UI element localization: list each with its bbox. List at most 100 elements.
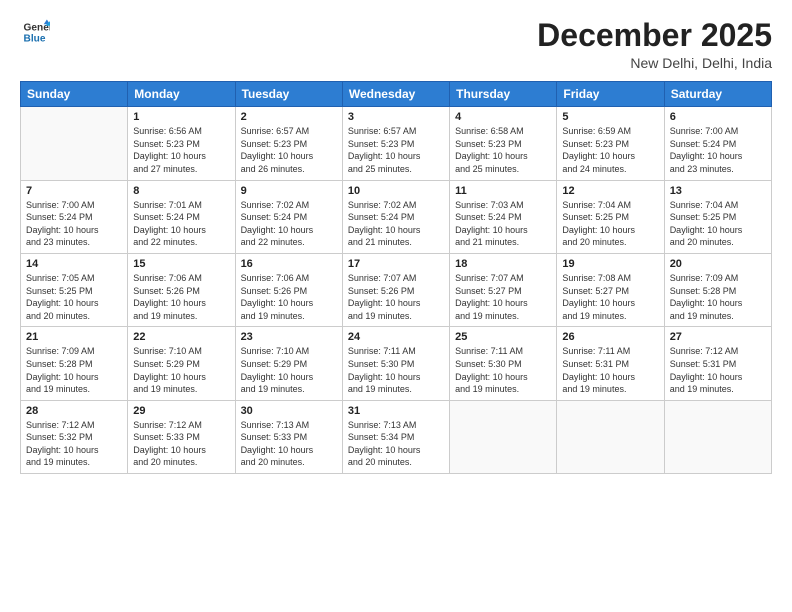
day-info: Sunrise: 7:06 AMSunset: 5:26 PMDaylight:…: [133, 272, 229, 322]
logo-icon: General Blue: [22, 18, 50, 46]
month-title: December 2025: [537, 18, 772, 53]
day-info: Sunrise: 7:11 AMSunset: 5:30 PMDaylight:…: [348, 345, 444, 395]
day-info: Sunrise: 7:12 AMSunset: 5:32 PMDaylight:…: [26, 419, 122, 469]
table-row: 7Sunrise: 7:00 AMSunset: 5:24 PMDaylight…: [21, 180, 128, 253]
day-number: 4: [455, 111, 551, 123]
table-row: 2Sunrise: 6:57 AMSunset: 5:23 PMDaylight…: [235, 107, 342, 180]
day-info: Sunrise: 7:00 AMSunset: 5:24 PMDaylight:…: [670, 125, 766, 175]
day-number: 28: [26, 405, 122, 417]
page: General Blue December 2025 New Delhi, De…: [0, 0, 792, 612]
table-row: 30Sunrise: 7:13 AMSunset: 5:33 PMDayligh…: [235, 400, 342, 473]
day-number: 25: [455, 331, 551, 343]
day-number: 1: [133, 111, 229, 123]
day-number: 3: [348, 111, 444, 123]
table-row: 1 Sunrise: 6:56 AMSunset: 5:23 PMDaylight…: [128, 107, 235, 180]
day-info: Sunrise: 7:06 AMSunset: 5:26 PMDaylight:…: [241, 272, 337, 322]
col-tuesday: Tuesday: [235, 82, 342, 107]
day-info: Sunrise: 7:07 AMSunset: 5:27 PMDaylight:…: [455, 272, 551, 322]
day-info: Sunrise: 7:13 AMSunset: 5:34 PMDaylight:…: [348, 419, 444, 469]
day-info: Sunrise: 7:03 AMSunset: 5:24 PMDaylight:…: [455, 199, 551, 249]
day-info: Sunrise: 6:59 AMSunset: 5:23 PMDaylight:…: [562, 125, 658, 175]
table-row: 21Sunrise: 7:09 AMSunset: 5:28 PMDayligh…: [21, 327, 128, 400]
day-info: Sunrise: 7:11 AMSunset: 5:31 PMDaylight:…: [562, 345, 658, 395]
table-row: 17 Sunrise: 7:07 AMSunset: 5:26 PMDayligh…: [342, 253, 449, 326]
table-row: 5Sunrise: 6:59 AMSunset: 5:23 PMDaylight…: [557, 107, 664, 180]
header: General Blue December 2025 New Delhi, De…: [20, 18, 772, 71]
day-info: Sunrise: 7:04 AMSunset: 5:25 PMDaylight:…: [670, 199, 766, 249]
table-row: 3 Sunrise: 6:57 AMSunset: 5:23 PMDaylight…: [342, 107, 449, 180]
day-info: Sunrise: 7:09 AMSunset: 5:28 PMDaylight:…: [670, 272, 766, 322]
day-number: 27: [670, 331, 766, 343]
calendar-week-row: 7Sunrise: 7:00 AMSunset: 5:24 PMDaylight…: [21, 180, 772, 253]
logo: General Blue: [20, 18, 50, 46]
title-block: December 2025 New Delhi, Delhi, India: [537, 18, 772, 71]
day-info: Sunrise: 7:08 AMSunset: 5:27 PMDaylight:…: [562, 272, 658, 322]
table-row: 26 Sunrise: 7:11 AMSunset: 5:31 PMDayligh…: [557, 327, 664, 400]
day-number: 29: [133, 405, 229, 417]
day-info: Sunrise: 6:56 AMSunset: 5:23 PMDaylight:…: [133, 125, 229, 175]
day-number: 8: [133, 185, 229, 197]
table-row: 8 Sunrise: 7:01 AMSunset: 5:24 PMDaylight…: [128, 180, 235, 253]
day-number: 13: [670, 185, 766, 197]
table-row: 11 Sunrise: 7:03 AMSunset: 5:24 PMDayligh…: [450, 180, 557, 253]
day-info: Sunrise: 7:11 AMSunset: 5:30 PMDaylight:…: [455, 345, 551, 395]
day-info: Sunrise: 7:10 AMSunset: 5:29 PMDaylight:…: [133, 345, 229, 395]
table-row: 9Sunrise: 7:02 AMSunset: 5:24 PMDaylight…: [235, 180, 342, 253]
day-info: Sunrise: 6:57 AMSunset: 5:23 PMDaylight:…: [348, 125, 444, 175]
col-wednesday: Wednesday: [342, 82, 449, 107]
calendar-week-row: 14 Sunrise: 7:05 AMSunset: 5:25 PMDayligh…: [21, 253, 772, 326]
col-sunday: Sunday: [21, 82, 128, 107]
day-number: 15: [133, 258, 229, 270]
table-row: 10Sunrise: 7:02 AMSunset: 5:24 PMDayligh…: [342, 180, 449, 253]
day-info: Sunrise: 7:04 AMSunset: 5:25 PMDaylight:…: [562, 199, 658, 249]
day-number: 14: [26, 258, 122, 270]
day-info: Sunrise: 7:05 AMSunset: 5:25 PMDaylight:…: [26, 272, 122, 322]
day-number: 11: [455, 185, 551, 197]
table-row: 29 Sunrise: 7:12 AMSunset: 5:33 PMDayligh…: [128, 400, 235, 473]
day-number: 6: [670, 111, 766, 123]
table-row: 23 Sunrise: 7:10 AMSunset: 5:29 PMDayligh…: [235, 327, 342, 400]
day-info: Sunrise: 7:01 AMSunset: 5:24 PMDaylight:…: [133, 199, 229, 249]
svg-text:Blue: Blue: [24, 33, 46, 44]
table-row: 4 Sunrise: 6:58 AMSunset: 5:23 PMDaylight…: [450, 107, 557, 180]
day-number: 2: [241, 111, 337, 123]
calendar: Sunday Monday Tuesday Wednesday Thursday…: [20, 81, 772, 474]
table-row: 13 Sunrise: 7:04 AMSunset: 5:25 PMDayligh…: [664, 180, 771, 253]
day-number: 22: [133, 331, 229, 343]
table-row: [21, 107, 128, 180]
table-row: 31Sunrise: 7:13 AMSunset: 5:34 PMDayligh…: [342, 400, 449, 473]
day-info: Sunrise: 7:12 AMSunset: 5:31 PMDaylight:…: [670, 345, 766, 395]
day-number: 16: [241, 258, 337, 270]
table-row: [557, 400, 664, 473]
day-info: Sunrise: 7:12 AMSunset: 5:33 PMDaylight:…: [133, 419, 229, 469]
day-number: 21: [26, 331, 122, 343]
col-saturday: Saturday: [664, 82, 771, 107]
table-row: 24 Sunrise: 7:11 AMSunset: 5:30 PMDayligh…: [342, 327, 449, 400]
calendar-header-row: Sunday Monday Tuesday Wednesday Thursday…: [21, 82, 772, 107]
day-info: Sunrise: 6:58 AMSunset: 5:23 PMDaylight:…: [455, 125, 551, 175]
day-info: Sunrise: 7:10 AMSunset: 5:29 PMDaylight:…: [241, 345, 337, 395]
table-row: 12Sunrise: 7:04 AMSunset: 5:25 PMDayligh…: [557, 180, 664, 253]
day-info: Sunrise: 7:07 AMSunset: 5:26 PMDaylight:…: [348, 272, 444, 322]
day-info: Sunrise: 7:13 AMSunset: 5:33 PMDaylight:…: [241, 419, 337, 469]
table-row: 28 Sunrise: 7:12 AMSunset: 5:32 PMDayligh…: [21, 400, 128, 473]
table-row: 15 Sunrise: 7:06 AMSunset: 5:26 PMDayligh…: [128, 253, 235, 326]
day-number: 20: [670, 258, 766, 270]
day-info: Sunrise: 7:00 AMSunset: 5:24 PMDaylight:…: [26, 199, 122, 249]
table-row: [450, 400, 557, 473]
calendar-week-row: 28 Sunrise: 7:12 AMSunset: 5:32 PMDayligh…: [21, 400, 772, 473]
day-number: 10: [348, 185, 444, 197]
table-row: 19Sunrise: 7:08 AMSunset: 5:27 PMDayligh…: [557, 253, 664, 326]
day-number: 18: [455, 258, 551, 270]
day-info: Sunrise: 7:02 AMSunset: 5:24 PMDaylight:…: [241, 199, 337, 249]
day-number: 23: [241, 331, 337, 343]
table-row: 18 Sunrise: 7:07 AMSunset: 5:27 PMDayligh…: [450, 253, 557, 326]
day-number: 24: [348, 331, 444, 343]
table-row: 6 Sunrise: 7:00 AMSunset: 5:24 PMDaylight…: [664, 107, 771, 180]
table-row: [664, 400, 771, 473]
col-thursday: Thursday: [450, 82, 557, 107]
day-number: 17: [348, 258, 444, 270]
day-number: 26: [562, 331, 658, 343]
location: New Delhi, Delhi, India: [537, 55, 772, 71]
col-monday: Monday: [128, 82, 235, 107]
